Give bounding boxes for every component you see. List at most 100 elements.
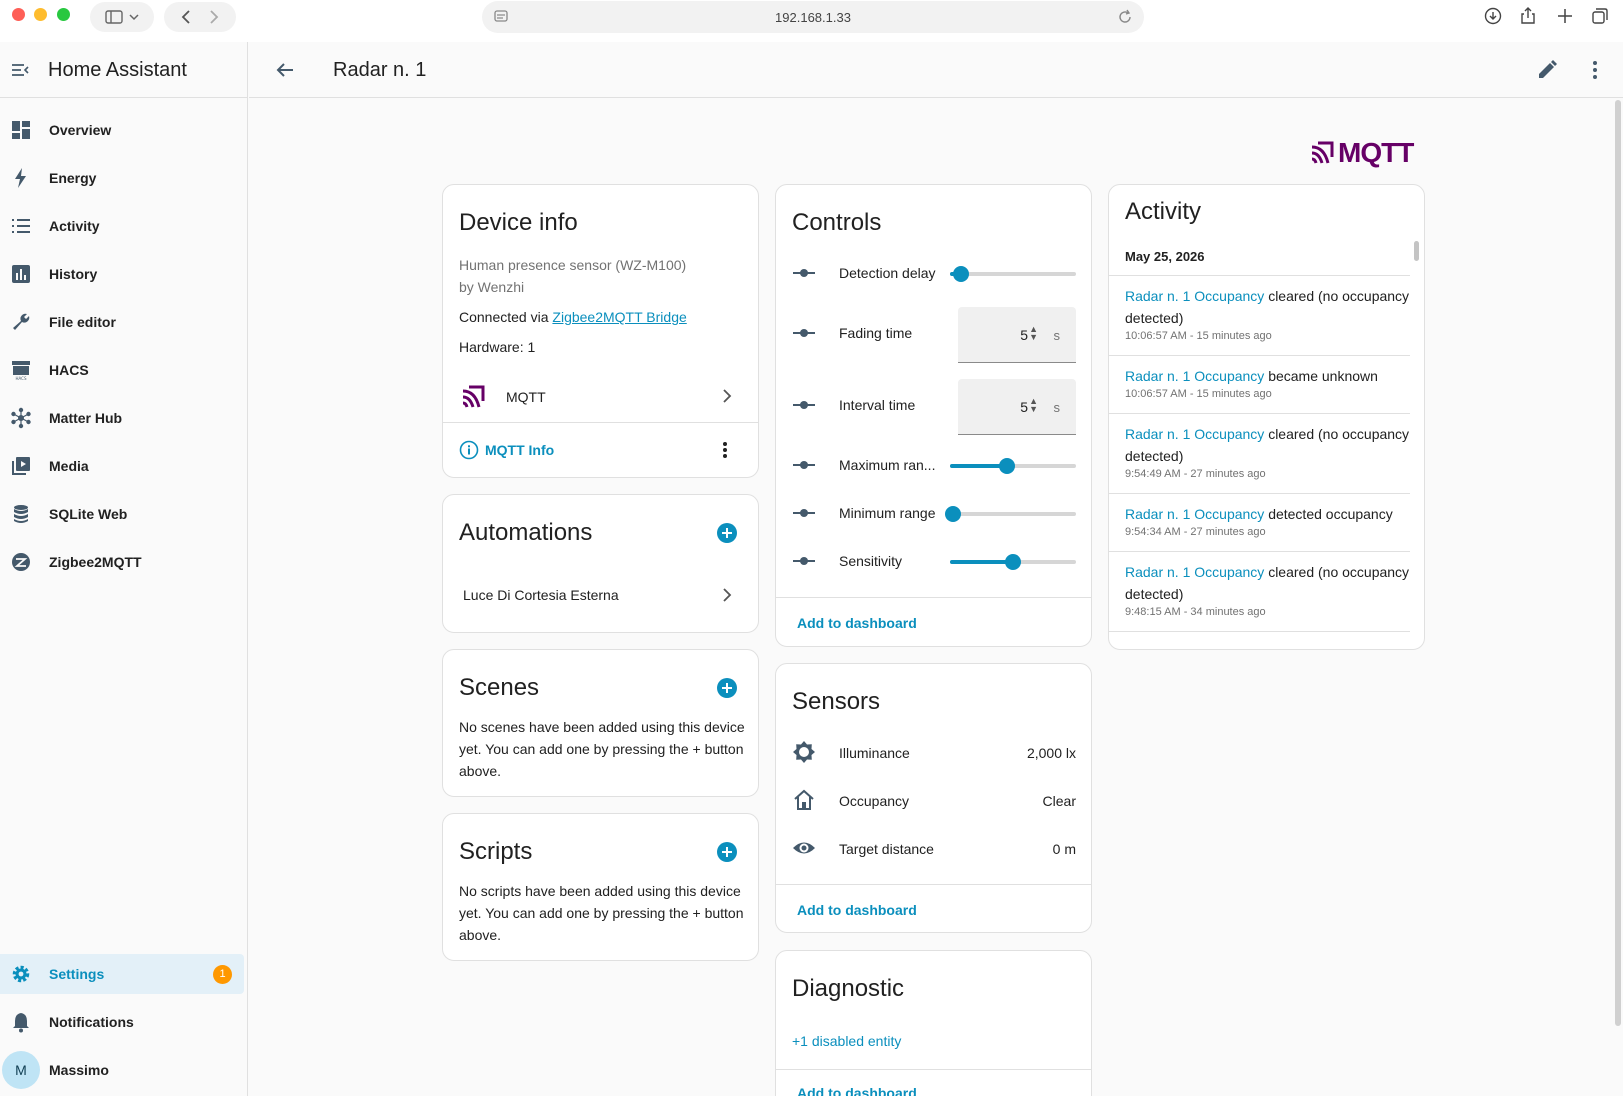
entity-link[interactable]: Radar n. 1 Occupancy xyxy=(1125,506,1264,522)
control-label: Sensitivity xyxy=(839,553,903,569)
entity-link[interactable]: Radar n. 1 Occupancy xyxy=(1125,368,1264,384)
database-icon xyxy=(14,505,28,523)
slider-handle[interactable] xyxy=(953,266,970,282)
sensor-illuminance[interactable]: Illuminance 2,000 lx xyxy=(776,732,1091,772)
activity-card: Activity May 25, 2026 Radar n. 1 Occupan… xyxy=(1108,184,1425,650)
entity-link[interactable]: Radar n. 1 Occupancy xyxy=(1125,288,1264,304)
minimize-window-button[interactable] xyxy=(34,8,47,21)
stepper-icon[interactable]: ▲ ▼ xyxy=(1029,397,1038,414)
sidebar-toggle-button[interactable] xyxy=(90,2,154,32)
activity-time: 9:54:34 AM - 27 minutes ago xyxy=(1125,526,1266,538)
address-bar[interactable]: 192.168.1.33 xyxy=(482,1,1144,33)
divider xyxy=(1109,631,1410,632)
activity-entry: Radar n. 1 Occupancy cleared (no occupan… xyxy=(1125,561,1415,618)
activity-entry: Radar n. 1 Occupancy cleared (no occupan… xyxy=(1125,285,1415,342)
sidebar-item-label: Activity xyxy=(49,218,100,234)
entity-link[interactable]: Radar n. 1 Occupancy xyxy=(1125,564,1264,580)
sidebar-item-hacs[interactable]: HACS HACS xyxy=(0,350,244,390)
sidebar-item-profile[interactable]: M Massimo xyxy=(0,1050,244,1090)
sidebar-item-sqlite-web[interactable]: SQLite Web xyxy=(0,494,244,534)
sidebar-item-label: Matter Hub xyxy=(49,410,123,426)
bridge-link[interactable]: Zigbee2MQTT Bridge xyxy=(552,309,686,325)
sidebar-item-matter-hub[interactable]: Matter Hub xyxy=(0,398,244,438)
zoom-window-button[interactable] xyxy=(57,8,70,21)
interval-time-input[interactable]: 5 ▲ ▼ s xyxy=(958,379,1076,435)
sidebar-item-label: HACS xyxy=(49,362,89,378)
automation-item[interactable]: Luce Di Cortesia Esterna xyxy=(443,577,758,617)
integration-row-mqtt[interactable]: MQTT xyxy=(443,372,758,422)
add-to-dashboard-button[interactable]: Add to dashboard xyxy=(797,615,917,631)
tab-overview-icon[interactable] xyxy=(1591,7,1609,25)
chevron-right-icon xyxy=(723,588,732,602)
divider xyxy=(776,884,1091,885)
forward-icon[interactable] xyxy=(203,8,223,26)
menu-icon[interactable] xyxy=(10,60,30,80)
sidebar-item-activity[interactable]: Activity xyxy=(0,206,244,246)
close-window-button[interactable] xyxy=(12,8,25,21)
new-tab-icon[interactable] xyxy=(1556,7,1574,25)
entity-link[interactable]: Radar n. 1 Occupancy xyxy=(1125,426,1264,442)
url-text: 192.168.1.33 xyxy=(775,10,851,25)
divider xyxy=(1109,413,1410,414)
more-vert-icon[interactable] xyxy=(715,440,735,460)
sidebar-item-zigbee2mqtt[interactable]: Zigbee2MQTT xyxy=(0,542,244,582)
mqtt-info-button[interactable]: MQTT Info xyxy=(459,440,554,460)
sidebar-item-history[interactable]: History xyxy=(0,254,244,294)
add-scene-button[interactable] xyxy=(717,678,737,698)
sensor-target-distance[interactable]: Target distance 0 m xyxy=(776,828,1091,868)
disabled-entities-link[interactable]: +1 disabled entity xyxy=(792,1033,901,1049)
detection-delay-slider[interactable] xyxy=(950,266,1076,282)
stepper-icon[interactable]: ▲ ▼ xyxy=(1029,325,1038,342)
slider-entity-icon xyxy=(793,269,815,277)
minimum-range-slider[interactable] xyxy=(944,506,1076,522)
divider xyxy=(443,422,758,423)
activity-time: 10:06:57 AM - 15 minutes ago xyxy=(1125,388,1272,400)
slider-handle[interactable] xyxy=(998,458,1015,474)
fading-time-input[interactable]: 5 ▲ ▼ s xyxy=(958,307,1076,363)
sidebar-item-label: Energy xyxy=(49,170,97,186)
reload-icon[interactable] xyxy=(1116,8,1134,26)
wrench-icon xyxy=(13,313,30,330)
device-manufacturer: by Wenzhi xyxy=(459,279,525,295)
sidebar-item-label: History xyxy=(49,266,98,282)
notification-badge: 1 xyxy=(213,965,232,984)
add-to-dashboard-button[interactable]: Add to dashboard xyxy=(797,902,917,918)
sidebar-item-media[interactable]: Media xyxy=(0,446,244,486)
gear-icon xyxy=(12,965,30,983)
sidebar-item-label: Zigbee2MQTT xyxy=(49,554,142,570)
activity-date: May 25, 2026 xyxy=(1125,249,1205,264)
downloads-icon[interactable] xyxy=(1484,7,1502,25)
divider xyxy=(1109,551,1410,552)
maximum-range-slider[interactable] xyxy=(950,458,1076,474)
avatar: M xyxy=(2,1051,40,1089)
add-automation-button[interactable] xyxy=(717,523,737,543)
slider-handle[interactable] xyxy=(1005,554,1021,570)
share-icon[interactable] xyxy=(1519,7,1537,25)
pencil-icon[interactable] xyxy=(1535,58,1559,82)
connected-prefix: Connected via xyxy=(459,309,549,325)
sensor-occupancy[interactable]: Occupancy Clear xyxy=(776,780,1091,820)
back-icon[interactable] xyxy=(177,8,197,26)
sidebar-item-label: Notifications xyxy=(49,1014,134,1030)
diagnostic-card: Diagnostic +1 disabled entity Add to das… xyxy=(775,950,1092,1096)
sidebar-item-overview[interactable]: Overview xyxy=(0,110,244,150)
card-title: Scripts xyxy=(459,838,533,865)
sensitivity-slider[interactable] xyxy=(950,554,1076,570)
sidebar-item-notifications[interactable]: Notifications xyxy=(0,1002,244,1042)
sidebar-item-settings[interactable]: Settings 1 xyxy=(0,954,244,994)
more-vert-icon[interactable] xyxy=(1583,58,1607,82)
add-to-dashboard-button[interactable]: Add to dashboard xyxy=(797,1085,917,1096)
input-value: 5 xyxy=(1020,399,1028,415)
sidebar-item-label: Media xyxy=(49,458,89,474)
add-script-button[interactable] xyxy=(717,842,737,862)
scrollbar-thumb[interactable] xyxy=(1414,241,1419,261)
page-scrollbar[interactable] xyxy=(1615,100,1621,1026)
mqtt-logo-text: MQTT xyxy=(1338,137,1414,168)
back-arrow-icon[interactable] xyxy=(273,58,297,82)
divider xyxy=(1109,275,1410,276)
sidebar-item-energy[interactable]: Energy xyxy=(0,158,244,198)
sidebar-item-label: Overview xyxy=(49,122,112,138)
sidebar-item-file-editor[interactable]: File editor xyxy=(0,302,244,342)
sensor-value: 0 m xyxy=(1052,841,1076,857)
slider-handle[interactable] xyxy=(944,506,961,522)
